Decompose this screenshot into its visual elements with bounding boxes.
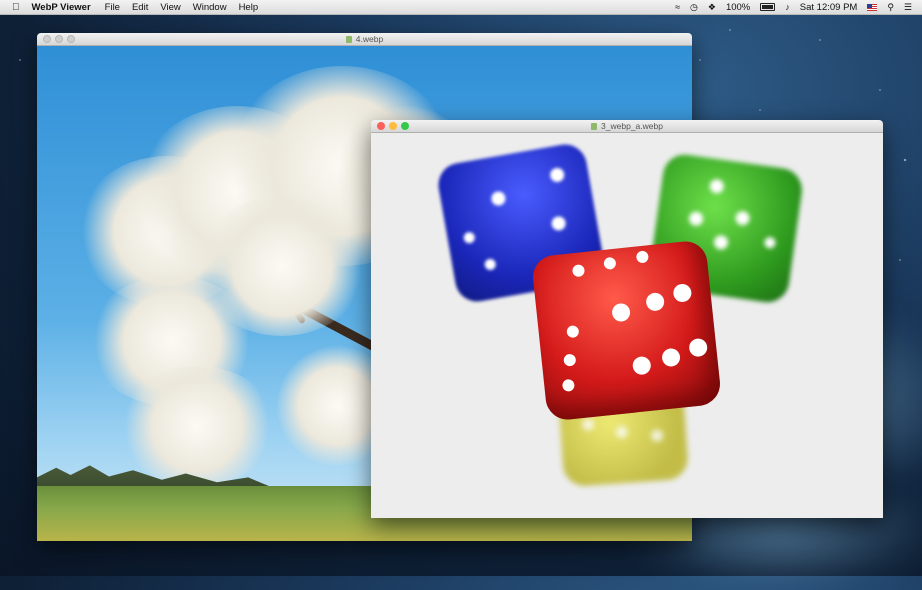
zoom-button[interactable] — [67, 35, 75, 43]
volume-icon[interactable]: ♪ — [785, 2, 790, 12]
red-die — [530, 239, 723, 422]
menu-bar:  WebP Viewer File Edit View Window Help… — [0, 0, 922, 15]
close-button[interactable] — [377, 122, 385, 130]
window-3-webp-a: 3_webp_a.webp — [371, 120, 883, 518]
menu-file[interactable]: File — [105, 2, 120, 13]
clock[interactable]: Sat 12:09 PM — [800, 2, 858, 13]
bluetooth-icon[interactable]: ❖ — [708, 2, 716, 13]
list-icon[interactable]: ☰ — [904, 2, 912, 13]
zoom-button[interactable] — [401, 122, 409, 130]
app-menu[interactable]: WebP Viewer — [32, 2, 91, 13]
window-titlebar[interactable]: 4.webp — [37, 33, 692, 46]
apple-icon[interactable]:  — [12, 2, 20, 13]
document-icon — [591, 123, 598, 130]
battery-percent[interactable]: 100% — [726, 2, 750, 13]
status-area: ≈ ◷ ❖ 100% ♪ Sat 12:09 PM ⚲ ☰ — [675, 2, 912, 13]
menu-help[interactable]: Help — [239, 2, 259, 13]
menu-window[interactable]: Window — [193, 2, 227, 13]
search-icon[interactable]: ⚲ — [887, 2, 894, 13]
window-title: 3_webp_a.webp — [601, 121, 663, 131]
wifi-icon[interactable]: ≈ — [675, 2, 680, 12]
close-button[interactable] — [43, 35, 51, 43]
menu-view[interactable]: View — [160, 2, 180, 13]
minimize-button[interactable] — [55, 35, 63, 43]
document-icon — [345, 36, 352, 43]
battery-icon[interactable] — [760, 3, 776, 11]
window-titlebar[interactable]: 3_webp_a.webp — [371, 120, 883, 133]
time-machine-icon[interactable]: ◷ — [690, 2, 698, 13]
window-title: 4.webp — [355, 34, 384, 44]
minimize-button[interactable] — [389, 122, 397, 130]
menu-edit[interactable]: Edit — [132, 2, 148, 13]
flag-icon[interactable] — [867, 3, 878, 11]
dice-image — [371, 133, 883, 518]
